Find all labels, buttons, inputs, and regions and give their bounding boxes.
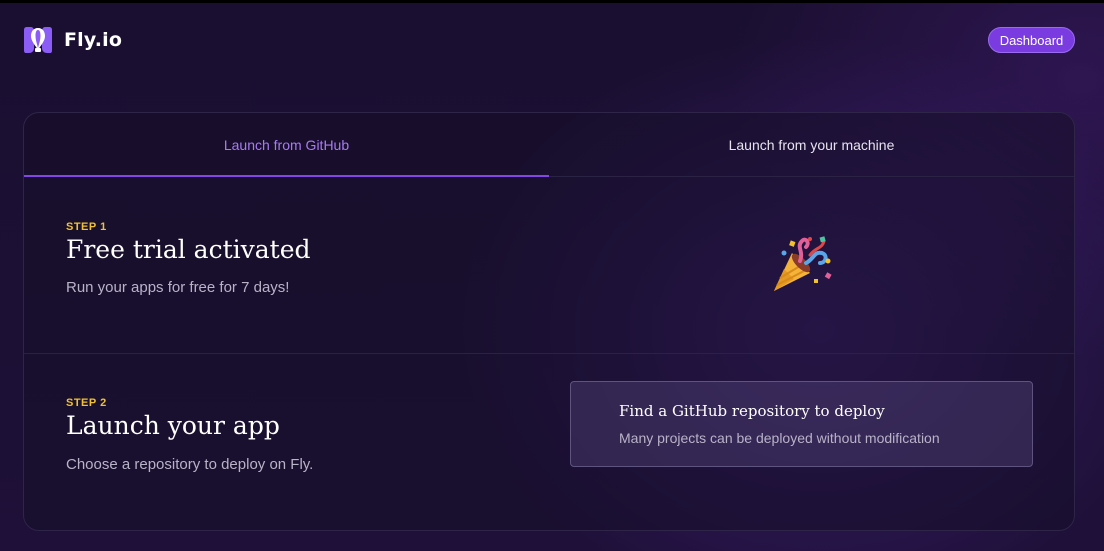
step-1-label: STEP 1 <box>66 221 107 233</box>
launch-card: Launch from GitHub Launch from your mach… <box>23 112 1075 531</box>
dashboard-button[interactable]: Dashboard <box>988 27 1075 53</box>
step-2-section: STEP 2 Launch your app Choose a reposito… <box>24 354 1074 530</box>
step-1-description: Run your apps for free for 7 days! <box>66 279 290 296</box>
find-repository-title: Find a GitHub repository to deploy <box>619 402 885 420</box>
step-1-title: Free trial activated <box>66 235 311 264</box>
party-popper-icon <box>774 236 832 291</box>
step-2-title: Launch your app <box>66 411 280 440</box>
find-repository-button[interactable]: Find a GitHub repository to deploy Many … <box>570 381 1033 467</box>
brand-logo[interactable]: Fly.io <box>22 26 122 54</box>
launch-tabs: Launch from GitHub Launch from your mach… <box>24 113 1074 177</box>
brand-name: Fly.io <box>64 29 123 51</box>
find-repository-subtitle: Many projects can be deployed without mo… <box>619 430 940 446</box>
tab-launch-from-github[interactable]: Launch from GitHub <box>24 113 549 177</box>
step-1-section: STEP 1 Free trial activated Run your app… <box>24 177 1074 354</box>
top-border <box>0 0 1104 3</box>
step-2-label: STEP 2 <box>66 397 107 409</box>
tab-launch-from-machine[interactable]: Launch from your machine <box>549 113 1074 176</box>
step-2-description: Choose a repository to deploy on Fly. <box>66 456 314 473</box>
page-background: Fly.io Dashboard Launch from GitHub Laun… <box>0 0 1104 551</box>
fly-balloon-icon <box>24 27 52 53</box>
